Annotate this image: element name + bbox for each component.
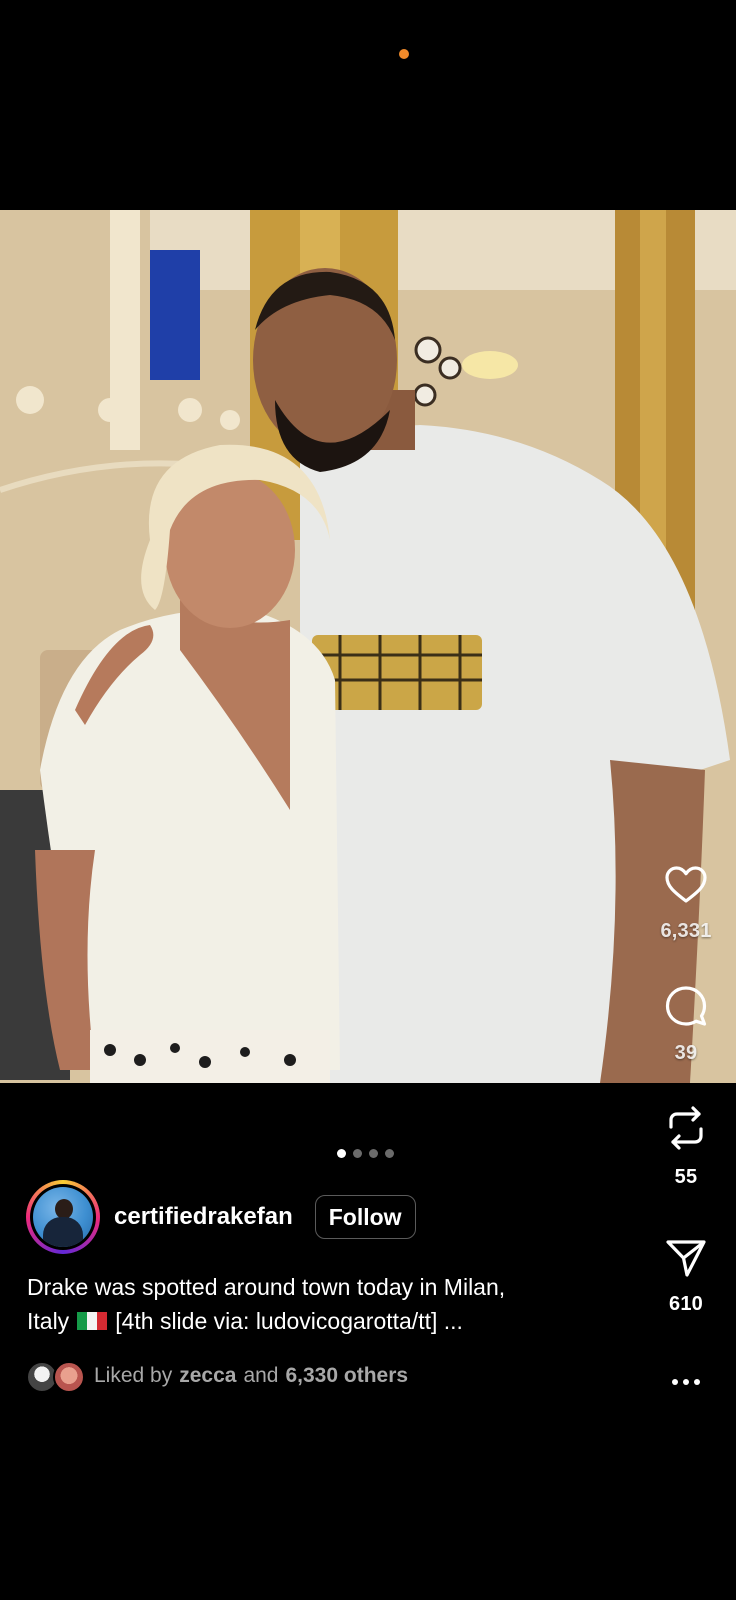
- follow-button[interactable]: Follow: [314, 1195, 416, 1239]
- caption-line-2: Italy [4th slide via: ludovicogarotta/tt]…: [27, 1304, 617, 1338]
- liked-by-row[interactable]: Liked by zecca and 6,330 others: [26, 1360, 408, 1393]
- repost-action[interactable]: 55: [636, 1105, 736, 1189]
- liked-by-joiner: and: [243, 1364, 279, 1387]
- repost-icon[interactable]: [636, 1105, 736, 1156]
- photo-illustration: [0, 210, 736, 1083]
- comment-action[interactable]: 39: [636, 985, 736, 1065]
- share-count: 610: [669, 1293, 703, 1315]
- post-caption[interactable]: Drake was spotted around town today in M…: [27, 1270, 617, 1338]
- carousel-dot: [369, 1149, 378, 1158]
- carousel-indicator: [337, 1149, 394, 1159]
- author-avatar[interactable]: [26, 1180, 100, 1254]
- more-action[interactable]: [636, 1373, 736, 1391]
- caption-line-1: Drake was spotted around town today in M…: [27, 1274, 506, 1300]
- post-author-row: certifiedrakefan Follow: [26, 1180, 416, 1254]
- carousel-dot: [353, 1149, 362, 1158]
- carousel-dot: [385, 1149, 394, 1158]
- italy-flag-icon: [77, 1312, 108, 1330]
- comment-count: 39: [674, 1042, 698, 1064]
- post-action-rail: 6,331 39 55 610: [636, 855, 736, 1395]
- share-action[interactable]: 610: [636, 1238, 736, 1316]
- comment-icon[interactable]: [636, 985, 736, 1032]
- heart-icon[interactable]: [636, 865, 736, 910]
- avatar: [53, 1361, 85, 1393]
- liker-avatars: [26, 1360, 85, 1393]
- liked-by-others[interactable]: 6,330 others: [285, 1364, 408, 1388]
- carousel-dot: [337, 1149, 346, 1158]
- caption-location: Italy: [27, 1308, 70, 1334]
- liked-by-user[interactable]: zecca: [179, 1364, 236, 1388]
- caption-source: [4th slide via: ludovicogarotta/tt] ...: [115, 1308, 463, 1334]
- repost-count: 55: [674, 1166, 698, 1188]
- more-icon[interactable]: [636, 1373, 736, 1391]
- liked-by-label: Liked by: [94, 1364, 173, 1387]
- post-photo[interactable]: [0, 210, 736, 1083]
- like-action[interactable]: 6,331: [636, 865, 736, 943]
- author-username[interactable]: certifiedrakefan: [114, 1203, 293, 1231]
- send-icon[interactable]: [636, 1238, 736, 1283]
- avatar: [33, 1187, 93, 1247]
- like-count: 6,331: [660, 920, 712, 942]
- status-indicator-dot: [399, 49, 409, 59]
